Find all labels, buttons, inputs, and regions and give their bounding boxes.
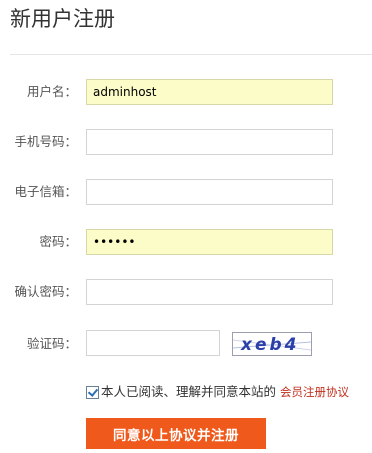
captcha-input[interactable] [86, 330, 220, 356]
password-input[interactable] [86, 229, 333, 255]
phone-label: 手机号码： [14, 134, 77, 149]
title-divider [10, 54, 372, 55]
confirm-password-label: 确认密码： [14, 284, 77, 299]
captcha-label: 验证码： [26, 336, 77, 351]
username-input[interactable] [86, 79, 333, 105]
captcha-text: xeb4 [240, 335, 300, 355]
phone-input[interactable] [86, 129, 333, 155]
checkmark-icon [87, 386, 99, 397]
captcha-graphic: xeb4 [233, 335, 311, 355]
agreement-row: 本人已阅读、理解并同意本站的 会员注册协议 [86, 384, 349, 400]
email-input[interactable] [86, 179, 333, 205]
username-label: 用户名： [26, 84, 77, 99]
agree-checkbox[interactable] [86, 386, 99, 399]
agreement-text: 本人已阅读、理解并同意本站的 [101, 384, 277, 399]
email-label: 电子信箱： [14, 184, 77, 199]
captcha-image[interactable]: xeb4 [232, 332, 312, 356]
agreement-link[interactable]: 会员注册协议 [280, 385, 349, 399]
confirm-password-input[interactable] [86, 279, 333, 305]
page-title: 新用户注册 [10, 7, 115, 31]
register-button[interactable]: 同意以上协议并注册 [86, 418, 266, 449]
registration-page: 新用户注册 用户名： 手机号码： 电子信箱： 密码： 确认密码： 验证码： xe… [0, 0, 372, 453]
password-label: 密码： [39, 234, 77, 249]
